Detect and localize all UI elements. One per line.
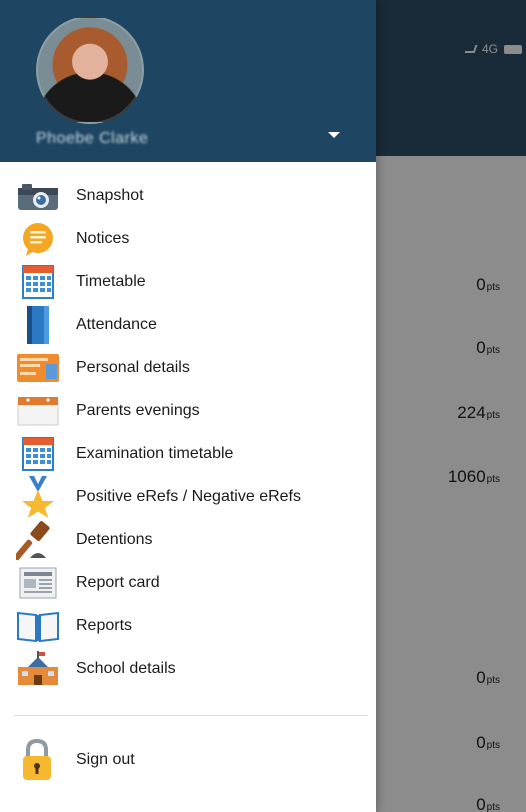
camera-icon <box>14 177 62 215</box>
avatar[interactable] <box>36 16 144 124</box>
calendar-icon <box>14 263 62 301</box>
menu-item-label: Examination timetable <box>76 444 234 462</box>
sign-out-button[interactable]: Sign out <box>0 738 376 782</box>
caret-down-icon[interactable] <box>328 132 340 138</box>
menu-item-notices[interactable]: Notices <box>0 217 376 260</box>
menu-item-erefs[interactable]: Positive eRefs / Negative eRefs <box>0 475 376 518</box>
menu-item-label: Detentions <box>76 530 153 548</box>
newspaper-icon <box>14 564 62 602</box>
calendar-page-icon <box>14 392 62 430</box>
gavel-icon <box>14 520 62 560</box>
notice-bubble-icon <box>14 220 62 258</box>
menu-item-label: Notices <box>76 229 130 247</box>
menu-item-report-card[interactable]: Report card <box>0 561 376 604</box>
medal-icon <box>14 475 62 518</box>
register-book-icon <box>14 305 62 344</box>
menu-item-label: Parents evenings <box>76 401 200 419</box>
menu-item-snapshot[interactable]: Snapshot <box>0 174 376 217</box>
menu-item-attendance[interactable]: Attendance <box>0 303 376 346</box>
calendar-icon <box>14 435 62 473</box>
menu-item-label: School details <box>76 659 176 677</box>
school-building-icon <box>14 650 62 688</box>
menu-item-reports[interactable]: Reports <box>0 604 376 647</box>
menu-divider <box>14 715 368 716</box>
padlock-icon <box>20 738 54 782</box>
menu-item-label: Personal details <box>76 358 190 376</box>
menu-item-parents-evenings[interactable]: Parents evenings <box>0 389 376 432</box>
menu-item-detentions[interactable]: Detentions <box>0 518 376 561</box>
navigation-drawer: Phoebe Clarke Snapshot Notices Timetable… <box>0 0 376 812</box>
menu-item-label: Snapshot <box>76 186 144 204</box>
menu-item-label: Positive eRefs / Negative eRefs <box>76 487 301 505</box>
sign-out-label: Sign out <box>76 751 135 768</box>
menu-item-label: Reports <box>76 616 133 634</box>
drawer-header: Phoebe Clarke <box>0 0 376 162</box>
menu-item-label: Attendance <box>76 315 157 333</box>
id-card-icon <box>14 349 62 387</box>
user-name[interactable]: Phoebe Clarke <box>36 130 148 148</box>
open-book-icon <box>14 607 62 645</box>
menu-item-school-details[interactable]: School details <box>0 647 376 690</box>
menu-item-label: Report card <box>76 573 160 591</box>
menu-item-timetable[interactable]: Timetable <box>0 260 376 303</box>
menu-item-personal-details[interactable]: Personal details <box>0 346 376 389</box>
menu-item-examination-timetable[interactable]: Examination timetable <box>0 432 376 475</box>
menu-item-label: Timetable <box>76 272 146 290</box>
